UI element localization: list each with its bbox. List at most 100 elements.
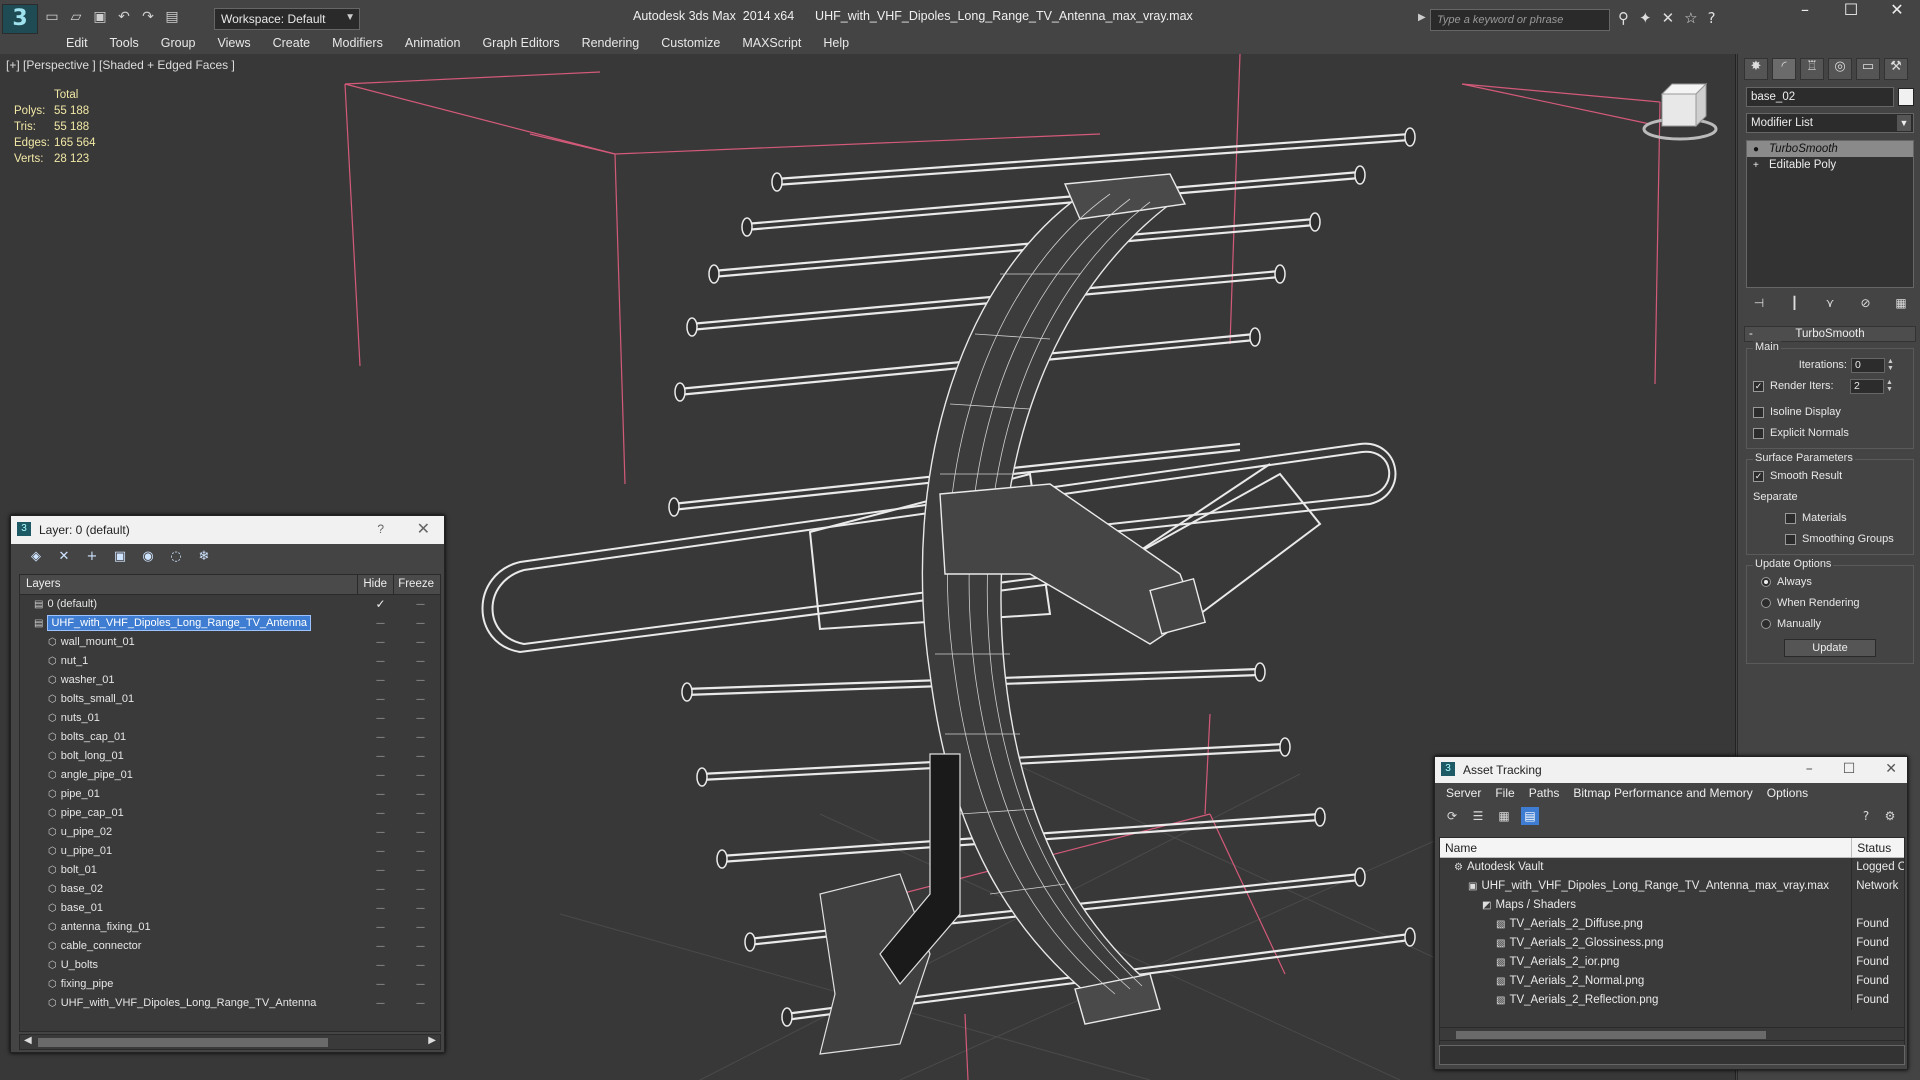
layer-object-row[interactable]: ⬡ u_pipe_01 ---- ----	[20, 842, 440, 861]
create-layer-icon[interactable]: ◈	[25, 548, 47, 566]
show-end-result-icon[interactable]: ┃	[1786, 294, 1804, 312]
menu-item-views[interactable]: Views	[206, 34, 261, 54]
render-iters-checkbox[interactable]: ✓	[1753, 380, 1764, 392]
hide-toggle[interactable]: ----	[360, 709, 400, 728]
hide-toggle[interactable]: ----	[360, 899, 400, 918]
asset-menu-options[interactable]: Options	[1760, 783, 1815, 803]
hide-toggle[interactable]: ----	[360, 956, 400, 975]
freeze-toggle[interactable]: ----	[400, 975, 440, 994]
column-header-freeze[interactable]: Freeze	[394, 575, 440, 594]
column-header-name[interactable]: Name	[1440, 838, 1853, 857]
asset-row[interactable]: ▧ TV_Aerials_2_Reflection.png Found	[1440, 991, 1904, 1010]
freeze-toggle[interactable]: ----	[400, 823, 440, 842]
make-unique-icon[interactable]: ⋎	[1821, 294, 1839, 312]
column-header-layers[interactable]: Layers	[20, 575, 359, 594]
layer-object-row[interactable]: ⬡ bolt_long_01 ---- ----	[20, 747, 440, 766]
freeze-toggle[interactable]: ----	[400, 956, 440, 975]
horizontal-scrollbar[interactable]	[1439, 1027, 1905, 1041]
layer-object-row[interactable]: ⬡ angle_pipe_01 ---- ----	[20, 766, 440, 785]
freeze-toggle[interactable]: ----	[400, 614, 440, 633]
search-expand-icon[interactable]: ▶	[1418, 12, 1426, 23]
hide-toggle[interactable]: ----	[360, 823, 400, 842]
asset-row[interactable]: ▧ TV_Aerials_2_Normal.png Found	[1440, 972, 1904, 991]
menu-item-tools[interactable]: Tools	[99, 34, 150, 54]
layer-row[interactable]: ▤ UHF_with_VHF_Dipoles_Long_Range_TV_Ante…	[20, 614, 440, 633]
layer-object-row[interactable]: ⬡ pipe_01 ---- ----	[20, 785, 440, 804]
expand-plus-icon[interactable]: +	[1753, 158, 1759, 174]
hide-toggle[interactable]: ----	[360, 918, 400, 937]
layer-object-row[interactable]: ⬡ pipe_cap_01 ---- ----	[20, 804, 440, 823]
help-icon[interactable]: ?	[377, 522, 384, 536]
communication-icon[interactable]: ✦	[1639, 9, 1652, 27]
search-input[interactable]: Type a keyword or phrase	[1430, 9, 1610, 31]
asset-row[interactable]: ▧ TV_Aerials_2_ior.png Found	[1440, 953, 1904, 972]
hide-toggle[interactable]: ----	[360, 652, 400, 671]
hide-toggle[interactable]: ----	[360, 975, 400, 994]
asset-row[interactable]: ▣ UHF_with_VHF_Dipoles_Long_Range_TV_Ante…	[1440, 877, 1904, 896]
layer-object-row[interactable]: ⬡ bolts_cap_01 ---- ----	[20, 728, 440, 747]
binoculars-icon[interactable]: ⚲	[1618, 9, 1629, 27]
hide-toggle[interactable]: ----	[360, 785, 400, 804]
freeze-toggle[interactable]: ----	[400, 804, 440, 823]
undo-icon[interactable]: ↶	[114, 7, 134, 27]
new-file-icon[interactable]: ▭	[42, 7, 62, 27]
iterations-spinner[interactable]: 0	[1851, 357, 1885, 373]
column-header-status[interactable]: Status	[1852, 838, 1904, 857]
freeze-toggle[interactable]: ----	[400, 880, 440, 899]
spinner-arrows-icon[interactable]: ▲ ▼	[1886, 379, 1894, 393]
freeze-toggle[interactable]: ----	[400, 861, 440, 880]
column-header-hide[interactable]: Hide	[358, 575, 395, 594]
layer-object-row[interactable]: ⬡ base_02 ---- ----	[20, 880, 440, 899]
display-tab-icon[interactable]: ▭	[1856, 58, 1880, 80]
close-icon[interactable]: ✕	[1885, 761, 1897, 777]
close-icon[interactable]: ✕	[417, 519, 430, 538]
menu-item-group[interactable]: Group	[150, 34, 207, 54]
freeze-toggle[interactable]: ----	[400, 937, 440, 956]
asset-row[interactable]: ◩ Maps / Shaders	[1440, 896, 1904, 915]
settings-icon[interactable]: ⚙	[1881, 807, 1899, 825]
layer-manager-titlebar[interactable]: 3 Layer: 0 (default) ? ✕	[11, 516, 444, 544]
freeze-all-layers-icon[interactable]: ❄	[193, 548, 215, 566]
smoothing-groups-checkbox[interactable]	[1785, 533, 1796, 545]
refresh-icon[interactable]: ⟳	[1443, 807, 1461, 825]
layer-object-row[interactable]: ⬡ fixing_pipe ---- ----	[20, 975, 440, 994]
menu-item-help[interactable]: Help	[812, 34, 860, 54]
rollout-header[interactable]: - TurboSmooth	[1744, 326, 1916, 342]
update-button[interactable]: Update	[1784, 639, 1876, 657]
render-iters-spinner[interactable]: 2	[1850, 378, 1884, 394]
layer-object-row[interactable]: ⬡ bolt_01 ---- ----	[20, 861, 440, 880]
hide-toggle[interactable]: ----	[360, 747, 400, 766]
freeze-toggle[interactable]: ----	[400, 652, 440, 671]
favorites-star-icon[interactable]: ☆	[1684, 9, 1697, 27]
menu-item-maxscript[interactable]: MAXScript	[731, 34, 812, 54]
modify-tab-icon[interactable]: ◜	[1772, 58, 1796, 80]
explicit-normals-checkbox[interactable]	[1753, 427, 1764, 439]
modifier-list-dropdown[interactable]: Modifier List ▼	[1746, 113, 1914, 133]
always-radio[interactable]	[1761, 577, 1771, 587]
hide-toggle[interactable]: ✓	[360, 595, 400, 614]
freeze-toggle[interactable]: ----	[400, 766, 440, 785]
hide-toggle[interactable]: ----	[360, 861, 400, 880]
freeze-toggle[interactable]: ----	[400, 671, 440, 690]
menu-item-modifiers[interactable]: Modifiers	[321, 34, 394, 54]
asset-menu-server[interactable]: Server	[1439, 783, 1488, 803]
freeze-toggle[interactable]: ----	[400, 633, 440, 652]
hide-toggle[interactable]: ----	[360, 690, 400, 709]
freeze-toggle[interactable]: ----	[400, 709, 440, 728]
menu-item-graph-editors[interactable]: Graph Editors	[471, 34, 570, 54]
pin-stack-icon[interactable]: ⊣	[1750, 294, 1768, 312]
help-icon[interactable]: ?	[1857, 807, 1875, 825]
freeze-toggle[interactable]: ----	[400, 842, 440, 861]
scroll-right-icon[interactable]: ▶	[428, 1035, 436, 1046]
freeze-toggle[interactable]: ----	[400, 595, 440, 614]
horizontal-scrollbar[interactable]: ◀ ▶	[19, 1034, 441, 1050]
layer-object-row[interactable]: ⬡ base_01 ---- ----	[20, 899, 440, 918]
asset-row[interactable]: ▧ TV_Aerials_2_Diffuse.png Found	[1440, 915, 1904, 934]
redo-icon[interactable]: ↷	[138, 7, 158, 27]
hide-toggle[interactable]: ----	[360, 728, 400, 747]
manually-radio[interactable]	[1761, 619, 1771, 629]
layer-object-row[interactable]: ⬡ washer_01 ---- ----	[20, 671, 440, 690]
hide-toggle[interactable]: ----	[360, 614, 400, 633]
create-tab-icon[interactable]: ✸	[1744, 58, 1768, 80]
workspace-dropdown[interactable]: Workspace: Default ▼	[214, 8, 360, 30]
